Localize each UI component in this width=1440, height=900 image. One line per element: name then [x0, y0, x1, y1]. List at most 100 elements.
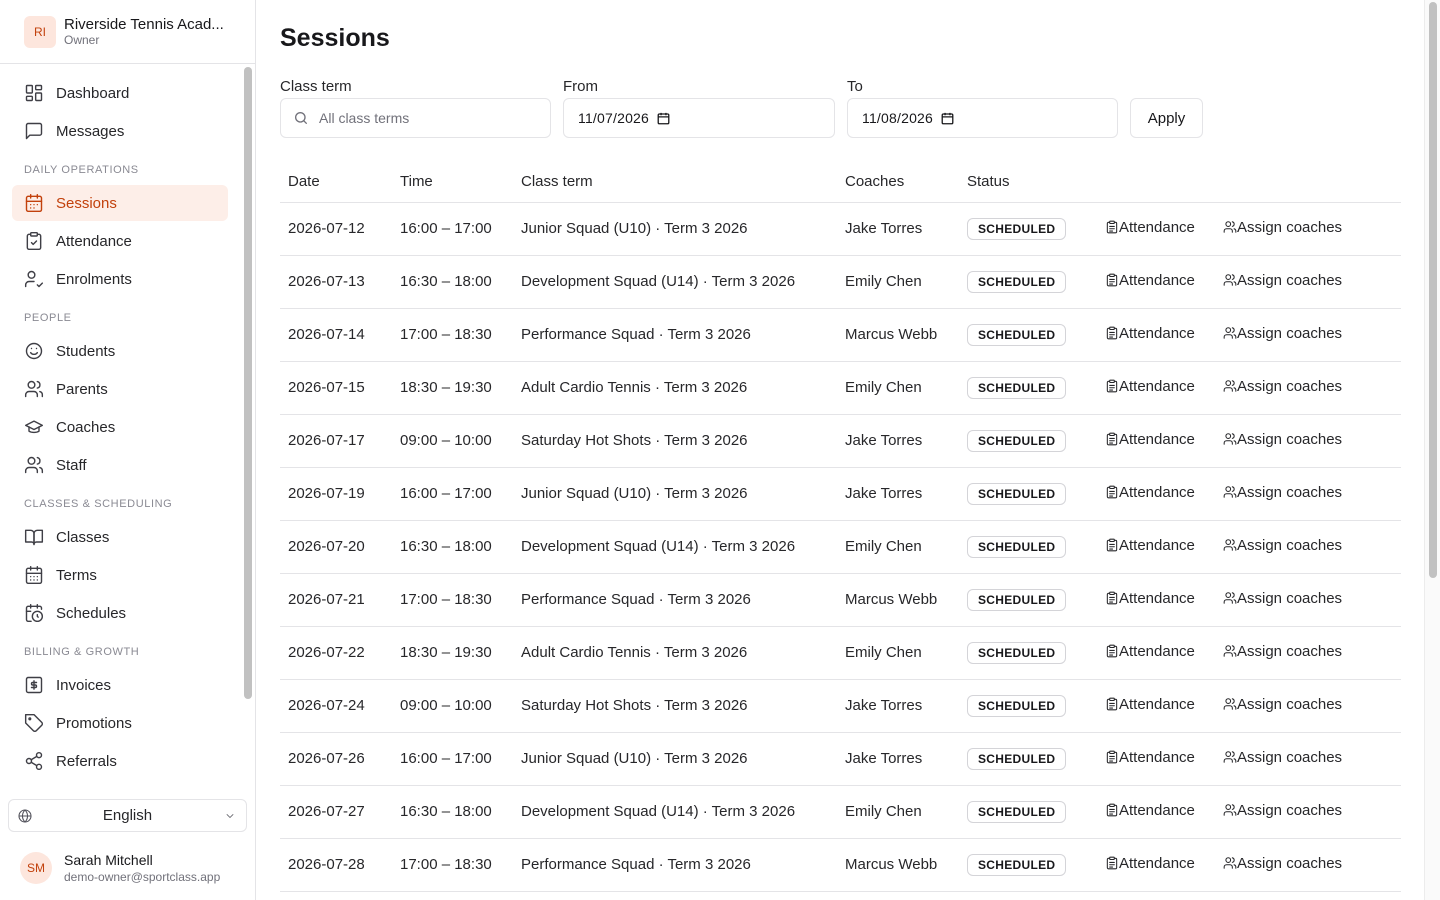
column-header-time[interactable]: Time: [392, 162, 513, 203]
attendance-button[interactable]: Attendance: [1105, 325, 1195, 342]
assign-coaches-button[interactable]: Assign coaches: [1223, 219, 1342, 236]
chevron-down-icon: [226, 814, 234, 818]
sidebar-scrollbar-thumb[interactable]: [244, 67, 252, 699]
column-header-coaches[interactable]: Coaches: [837, 162, 959, 203]
cell-time: 17:00 – 18:30: [392, 308, 513, 362]
to-date-input[interactable]: 11/08/2026: [847, 98, 1118, 138]
attendance-button[interactable]: Attendance: [1105, 378, 1195, 395]
clipboard-icon: [1105, 750, 1119, 764]
attendance-label: Attendance: [1119, 324, 1195, 342]
attendance-button[interactable]: Attendance: [1105, 802, 1195, 819]
sidebar-item-staff[interactable]: Staff: [12, 447, 228, 483]
attendance-button[interactable]: Attendance: [1105, 643, 1195, 660]
assign-coaches-button[interactable]: Assign coaches: [1223, 855, 1342, 872]
assign-coaches-button[interactable]: Assign coaches: [1223, 802, 1342, 819]
sidebar-item-dashboard[interactable]: Dashboard: [12, 75, 228, 111]
cell-assign-action: Assign coaches: [1215, 467, 1401, 521]
sidebar-item-promotions[interactable]: Promotions: [12, 705, 228, 741]
sidebar-scrollbar[interactable]: [242, 65, 254, 791]
column-header-class-term[interactable]: Class term: [513, 162, 837, 203]
page-scrollbar-thumb[interactable]: [1429, 2, 1437, 578]
assign-coaches-button[interactable]: Assign coaches: [1223, 749, 1342, 766]
attendance-label: Attendance: [1119, 483, 1195, 501]
users-icon: [1223, 697, 1237, 711]
sidebar-item-coaches[interactable]: Coaches: [12, 409, 228, 445]
main-content: Sessions Class term From 11/07/2026 To 1…: [256, 0, 1424, 900]
cell-time: 16:30 – 18:00: [392, 785, 513, 839]
cell-attendance-action: Attendance: [1097, 679, 1215, 733]
sidebar-item-label: Parents: [56, 380, 108, 398]
assign-coaches-label: Assign coaches: [1237, 748, 1343, 766]
sidebar-item-invoices[interactable]: Invoices: [12, 667, 228, 703]
cell-time: 18:30 – 19:30: [392, 626, 513, 680]
sidebar-item-terms[interactable]: Terms: [12, 557, 228, 593]
cell-assign-action: Assign coaches: [1215, 520, 1401, 574]
assign-coaches-button[interactable]: Assign coaches: [1223, 378, 1342, 395]
cell-time: 09:00 – 10:00: [392, 679, 513, 733]
language-select[interactable]: English: [8, 799, 247, 832]
status-badge: SCHEDULED: [967, 535, 1067, 558]
cell-time: 17:00 – 18:30: [392, 838, 513, 892]
assign-coaches-button[interactable]: Assign coaches: [1223, 696, 1342, 713]
assign-coaches-label: Assign coaches: [1237, 854, 1343, 872]
cell-class-term: Performance Squad · Term 3 2026: [513, 308, 837, 362]
table-row: 2026-07-19 16:00 – 17:00 Junior Squad (U10…: [280, 467, 1401, 521]
assign-coaches-button[interactable]: Assign coaches: [1223, 590, 1342, 607]
cell-attendance-action: Attendance: [1097, 308, 1215, 362]
from-date-input[interactable]: 11/07/2026: [563, 98, 835, 138]
sidebar-item-referrals[interactable]: Referrals: [12, 743, 228, 779]
cell-status: SCHEDULED: [959, 202, 1097, 256]
status-badge: SCHEDULED: [967, 588, 1067, 611]
calendar-picker-icon[interactable]: [941, 112, 954, 125]
attendance-button[interactable]: Attendance: [1105, 855, 1195, 872]
column-header-status[interactable]: Status: [959, 162, 1097, 203]
from-label: From: [563, 78, 598, 95]
assign-coaches-button[interactable]: Assign coaches: [1223, 431, 1342, 448]
attendance-button[interactable]: Attendance: [1105, 590, 1195, 607]
clipboard-icon: [1105, 803, 1119, 817]
sidebar-item-label: Enrolments: [56, 270, 132, 288]
attendance-button[interactable]: Attendance: [1105, 219, 1195, 236]
attendance-button[interactable]: Attendance: [1105, 749, 1195, 766]
table-row: 2026-07-17 09:00 – 10:00 Saturday Hot Shot…: [280, 414, 1401, 468]
attendance-button[interactable]: Attendance: [1105, 537, 1195, 554]
users-icon: [1223, 803, 1237, 817]
page-scrollbar[interactable]: [1424, 0, 1440, 900]
assign-coaches-button[interactable]: Assign coaches: [1223, 537, 1342, 554]
cell-assign-action: Assign coaches: [1215, 838, 1401, 892]
sidebar: RI Riverside Tennis Acad... Owner Dashbo…: [0, 0, 256, 900]
attendance-button[interactable]: Attendance: [1105, 431, 1195, 448]
org-switcher[interactable]: RI Riverside Tennis Acad... Owner: [0, 0, 255, 64]
cell-coach: Emily Chen: [837, 785, 959, 839]
sidebar-item-attendance[interactable]: Attendance: [12, 223, 228, 259]
class-term-combobox[interactable]: [280, 98, 551, 138]
cell-coach: Jake Torres: [837, 202, 959, 256]
sidebar-item-sessions[interactable]: Sessions: [12, 185, 228, 221]
table-row: 2026-07-28 17:00 – 18:30 Performance Squad…: [280, 838, 1401, 892]
attendance-button[interactable]: Attendance: [1105, 272, 1195, 289]
clipboard-icon: [1105, 273, 1119, 287]
attendance-button[interactable]: Attendance: [1105, 696, 1195, 713]
cell-attendance-action: Attendance: [1097, 785, 1215, 839]
assign-coaches-button[interactable]: Assign coaches: [1223, 272, 1342, 289]
sidebar-item-enrolments[interactable]: Enrolments: [12, 261, 228, 297]
attendance-button[interactable]: Attendance: [1105, 484, 1195, 501]
sidebar-item-parents[interactable]: Parents: [12, 371, 228, 407]
assign-coaches-button[interactable]: Assign coaches: [1223, 643, 1342, 660]
assign-coaches-button[interactable]: Assign coaches: [1223, 325, 1342, 342]
sidebar-item-schedules[interactable]: Schedules: [12, 595, 228, 631]
table-row: 2026-07-14 17:00 – 18:30 Performance Squad…: [280, 308, 1401, 362]
apply-button[interactable]: Apply: [1130, 98, 1203, 138]
assign-coaches-button[interactable]: Assign coaches: [1223, 484, 1342, 501]
sidebar-item-students[interactable]: Students: [12, 333, 228, 369]
column-header-date[interactable]: Date: [280, 162, 392, 203]
clipboard-icon: [1105, 326, 1119, 340]
sidebar-item-label: Referrals: [56, 752, 117, 770]
user-menu[interactable]: SM Sarah Mitchell demo-owner@sportclass.…: [0, 838, 255, 898]
sidebar-item-classes[interactable]: Classes: [12, 519, 228, 555]
class-term-input[interactable]: [319, 110, 550, 126]
cell-assign-action: Assign coaches: [1215, 732, 1401, 786]
calendar-picker-icon[interactable]: [657, 112, 670, 125]
sidebar-item-messages[interactable]: Messages: [12, 113, 228, 149]
cell-attendance-action: Attendance: [1097, 467, 1215, 521]
